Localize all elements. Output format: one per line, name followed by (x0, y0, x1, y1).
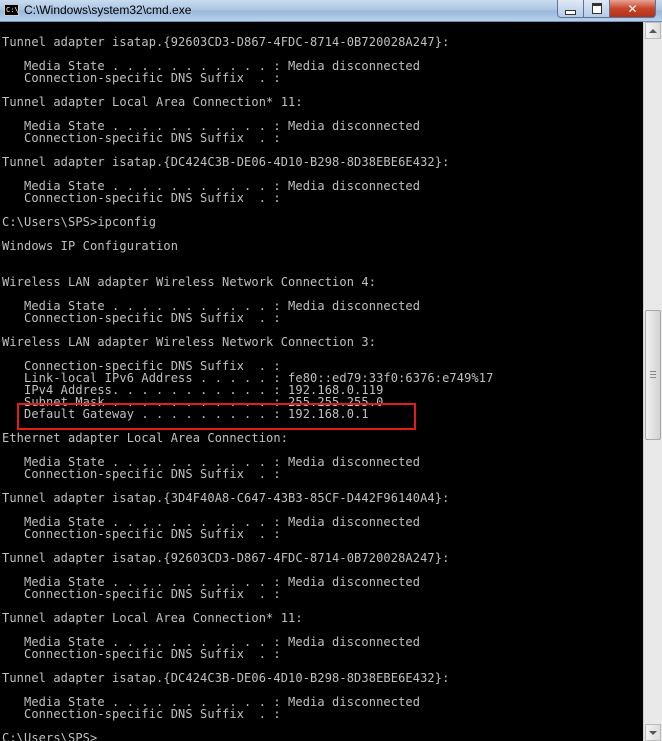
arrow-down-icon (649, 730, 657, 735)
title-bar[interactable]: C:\ C:\Windows\system32\cmd.exe ✕ (0, 0, 662, 22)
console-line: Tunnel adapter isatap.{3D4F40A8-C647-43B… (2, 491, 450, 505)
console-line: Connection-specific DNS Suffix . : (2, 131, 281, 145)
console-line: Tunnel adapter isatap.{DC424C3B-DE06-4D1… (2, 671, 450, 685)
console-line: Connection-specific DNS Suffix . : (2, 587, 281, 601)
console-line: Tunnel adapter isatap.{92603CD3-D867-4FD… (2, 35, 450, 49)
cmd-icon[interactable]: C:\ (4, 4, 19, 16)
console-line: Connection-specific DNS Suffix . : (2, 467, 281, 481)
maximize-icon (591, 3, 602, 14)
console-line: Tunnel adapter Local Area Connection* 11… (2, 95, 303, 109)
minimize-button[interactable] (557, 0, 584, 18)
grip-line (650, 374, 656, 375)
vertical-scrollbar[interactable] (643, 22, 662, 741)
console-line: Wireless LAN adapter Wireless Network Co… (2, 275, 377, 289)
window-title: C:\Windows\system32\cmd.exe (24, 3, 192, 17)
scroll-up-button[interactable] (645, 22, 661, 39)
close-icon: ✕ (627, 1, 638, 16)
maximize-button[interactable] (583, 0, 610, 18)
scrollbar-thumb[interactable] (645, 310, 661, 440)
console-line: Connection-specific DNS Suffix . : (2, 707, 281, 721)
console-line: Connection-specific DNS Suffix . : (2, 647, 281, 661)
console-line: Ethernet adapter Local Area Connection: (2, 431, 289, 445)
default-gateway-highlight (17, 403, 416, 430)
console-line: Windows IP Configuration (2, 239, 179, 253)
minimize-icon (565, 10, 576, 15)
console-line: Tunnel adapter isatap.{DC424C3B-DE06-4D1… (2, 155, 450, 169)
console-output[interactable]: Tunnel adapter isatap.{92603CD3-D867-4FD… (0, 22, 643, 741)
console-line: Connection-specific DNS Suffix . : (2, 191, 281, 205)
close-button[interactable]: ✕ (609, 0, 656, 18)
console-line: Connection-specific DNS Suffix . : (2, 527, 281, 541)
grip-line (650, 377, 656, 378)
console-line: C:\Users\SPS>ipconfig (2, 215, 157, 229)
grip-line (650, 371, 656, 372)
console-line: Tunnel adapter Local Area Connection* 11… (2, 611, 303, 625)
console-line: Wireless LAN adapter Wireless Network Co… (2, 335, 377, 349)
console-line: Tunnel adapter isatap.{92603CD3-D867-4FD… (2, 551, 450, 565)
arrow-up-icon (649, 28, 657, 33)
console-line: C:\Users\SPS> (2, 731, 98, 741)
scroll-down-button[interactable] (645, 724, 661, 741)
console-line: Connection-specific DNS Suffix . : (2, 71, 281, 85)
console-line: Connection-specific DNS Suffix . : (2, 311, 281, 325)
